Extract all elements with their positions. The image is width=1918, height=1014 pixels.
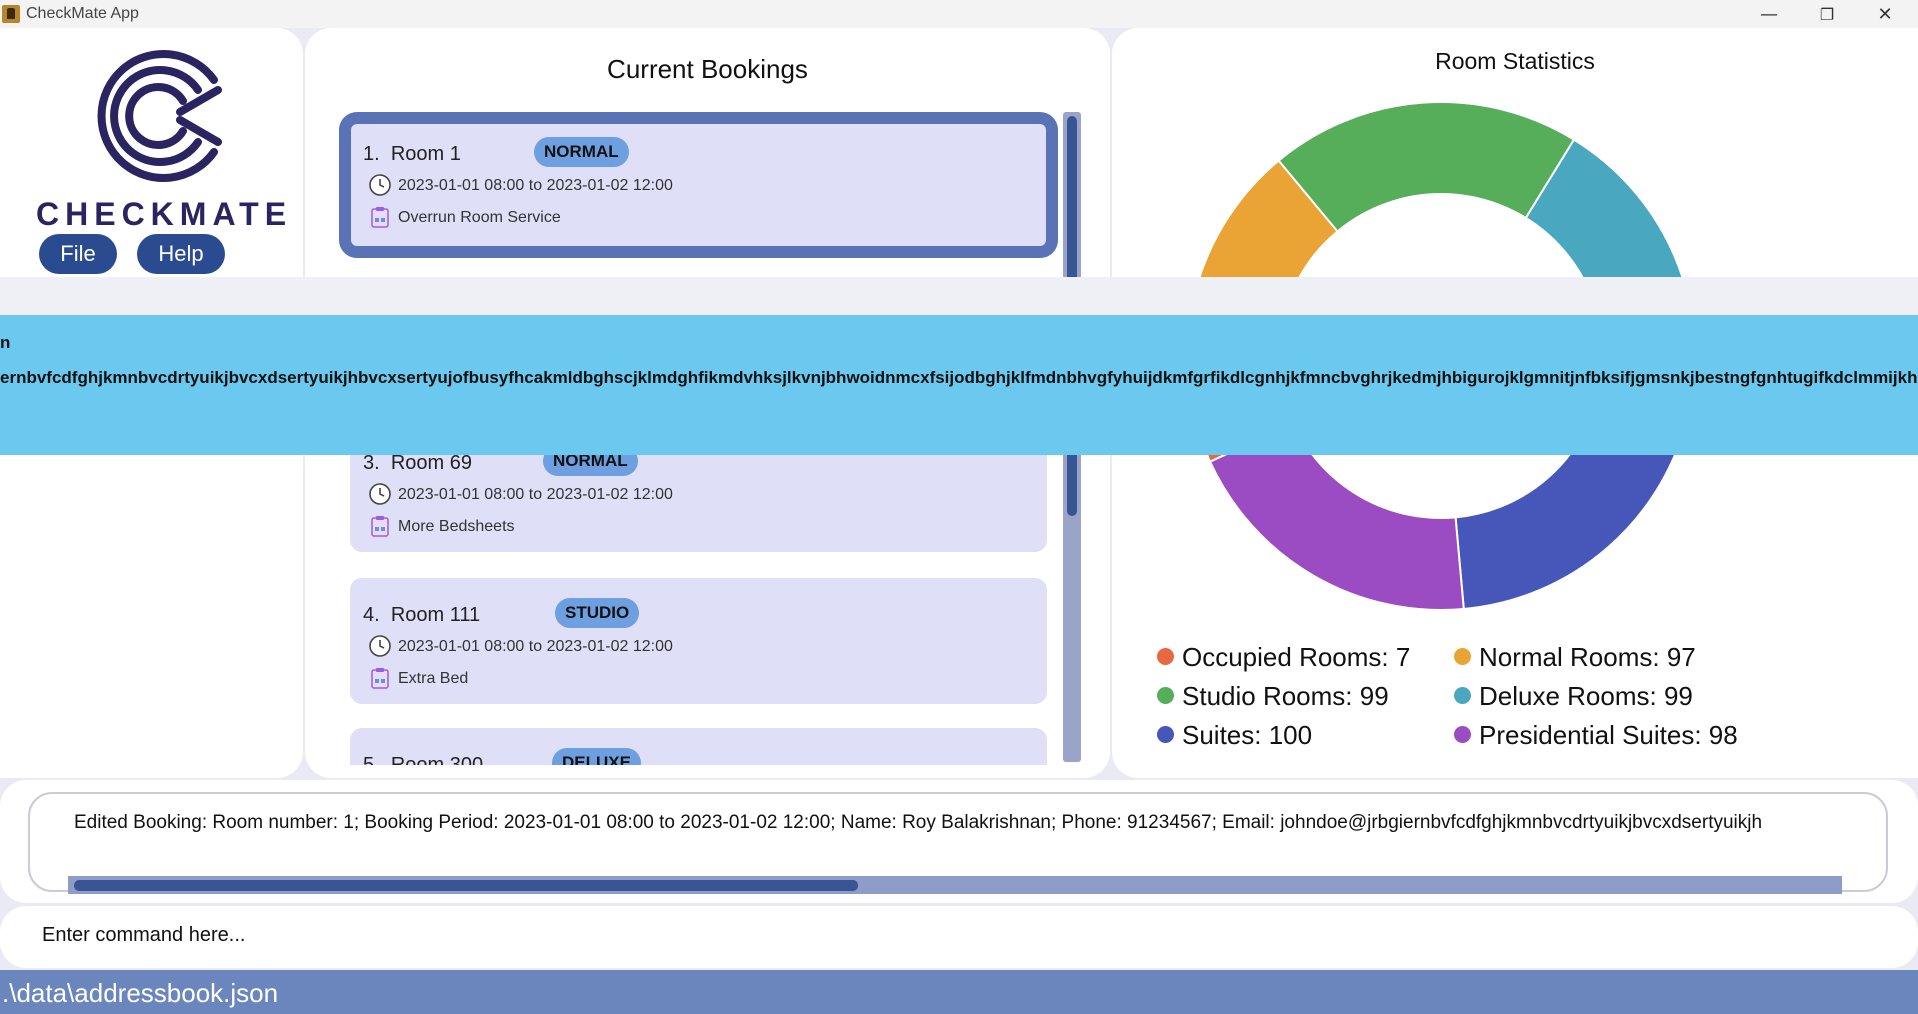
checkmate-logo-icon bbox=[97, 50, 222, 182]
booking-room-name: Room 300 bbox=[390, 754, 484, 765]
clock-icon bbox=[369, 635, 391, 657]
booking-period: 2023-01-01 08:00 to 2023-01-02 12:00 bbox=[398, 486, 673, 503]
legend-dot bbox=[1157, 726, 1174, 743]
legend-label: Presidential Suites: 98 bbox=[1479, 720, 1738, 750]
legend-normal-rooms: Normal Rooms: 97 bbox=[1454, 642, 1696, 673]
status-bar: .\data\addressbook.json bbox=[0, 970, 1918, 1014]
request-icon bbox=[371, 207, 389, 228]
legend-studio-rooms: Studio Rooms: 99 bbox=[1157, 681, 1389, 712]
booking-request: Extra Bed bbox=[398, 670, 469, 687]
booking-room: 5. Room 300 bbox=[363, 754, 483, 765]
room-type-badge: DELUXE bbox=[552, 748, 641, 765]
booking-room: 4. Room 111 bbox=[363, 604, 480, 627]
booking-period: 2023-01-01 08:00 to 2023-01-02 12:00 bbox=[398, 638, 673, 655]
window-title: CheckMate App bbox=[26, 5, 139, 22]
file-menu-button[interactable]: File bbox=[39, 234, 117, 274]
booking-request: More Bedsheets bbox=[398, 518, 515, 535]
room-type-badge: NORMAL bbox=[534, 137, 629, 167]
legend-label: Normal Rooms: 97 bbox=[1479, 642, 1696, 672]
legend-dot bbox=[1454, 726, 1471, 743]
popup-text: ernbvfcdfghjkmnbvcdrtyuikjbvcxdsertyuikj… bbox=[0, 368, 1918, 387]
legend-dot bbox=[1157, 687, 1174, 704]
booking-card-clip: 5. Room 300 DELUXE bbox=[350, 728, 1047, 765]
result-panel: Edited Booking: Room number: 1; Booking … bbox=[0, 780, 1918, 903]
legend-dot bbox=[1157, 648, 1174, 665]
legend-presidential-suites: Presidential Suites: 98 bbox=[1454, 720, 1738, 751]
close-button[interactable]: ✕ bbox=[1856, 0, 1914, 28]
legend-suites: Suites: 100 bbox=[1157, 720, 1312, 751]
command-panel bbox=[0, 906, 1918, 968]
legend-label: Occupied Rooms: 7 bbox=[1182, 642, 1411, 672]
booking-room: 1. Room 1 bbox=[363, 143, 461, 166]
booking-room-name: Room 69 bbox=[390, 452, 472, 474]
request-icon bbox=[371, 516, 389, 537]
logo-text: CHECKMATE bbox=[36, 196, 293, 232]
maximize-button[interactable]: ❐ bbox=[1798, 0, 1856, 28]
result-text: Edited Booking: Room number: 1; Booking … bbox=[74, 812, 1763, 833]
booking-room-name: Room 1 bbox=[390, 143, 461, 165]
legend-label: Suites: 100 bbox=[1182, 720, 1313, 750]
booking-room: 3. Room 69 bbox=[363, 452, 472, 475]
booking-card[interactable]: 4. Room 111 STUDIO 2023-01-01 08:00 to 2… bbox=[350, 578, 1047, 704]
legend-deluxe-rooms: Deluxe Rooms: 99 bbox=[1454, 681, 1693, 712]
booking-room-name: Room 111 bbox=[390, 604, 481, 626]
booking-index: 5. bbox=[363, 754, 380, 765]
data-file-path: .\data\addressbook.json bbox=[2, 978, 279, 1008]
popup-heading: n bbox=[0, 333, 11, 352]
booking-card[interactable]: 5. Room 300 DELUXE bbox=[350, 728, 1047, 765]
app-icon bbox=[2, 5, 20, 23]
legend-occupied-rooms: Occupied Rooms: 7 bbox=[1157, 642, 1410, 673]
booking-index: 4. bbox=[363, 604, 380, 626]
minimize-button[interactable]: — bbox=[1740, 0, 1798, 28]
legend-dot bbox=[1454, 687, 1471, 704]
title-bar: CheckMate App — ❐ ✕ bbox=[0, 0, 1918, 28]
booking-index: 1. bbox=[363, 143, 380, 165]
room-type-badge: STUDIO bbox=[555, 598, 640, 628]
clock-icon bbox=[369, 483, 391, 505]
legend-dot bbox=[1454, 648, 1471, 665]
booking-period: 2023-01-01 08:00 to 2023-01-02 12:00 bbox=[398, 177, 673, 194]
help-menu-button[interactable]: Help bbox=[137, 234, 225, 274]
clock-icon bbox=[369, 174, 391, 196]
popup-header-bar bbox=[0, 277, 1918, 315]
legend-label: Deluxe Rooms: 99 bbox=[1479, 681, 1693, 711]
bookings-title: Current Bookings bbox=[607, 54, 808, 84]
booking-card[interactable]: 1. Room 1 NORMAL 2023-01-01 08:00 to 202… bbox=[339, 112, 1058, 258]
request-icon bbox=[371, 668, 389, 689]
command-input[interactable] bbox=[42, 924, 1842, 947]
legend-label: Studio Rooms: 99 bbox=[1182, 681, 1389, 711]
booking-request: Overrun Room Service bbox=[398, 209, 561, 226]
booking-index: 3. bbox=[363, 452, 380, 474]
result-display: Edited Booking: Room number: 1; Booking … bbox=[28, 792, 1888, 894]
result-scrollbar-thumb[interactable] bbox=[74, 880, 858, 891]
overflow-popup: n ernbvfcdfghjkmnbvcdrtyuikjbvcxdsertyui… bbox=[0, 315, 1918, 455]
